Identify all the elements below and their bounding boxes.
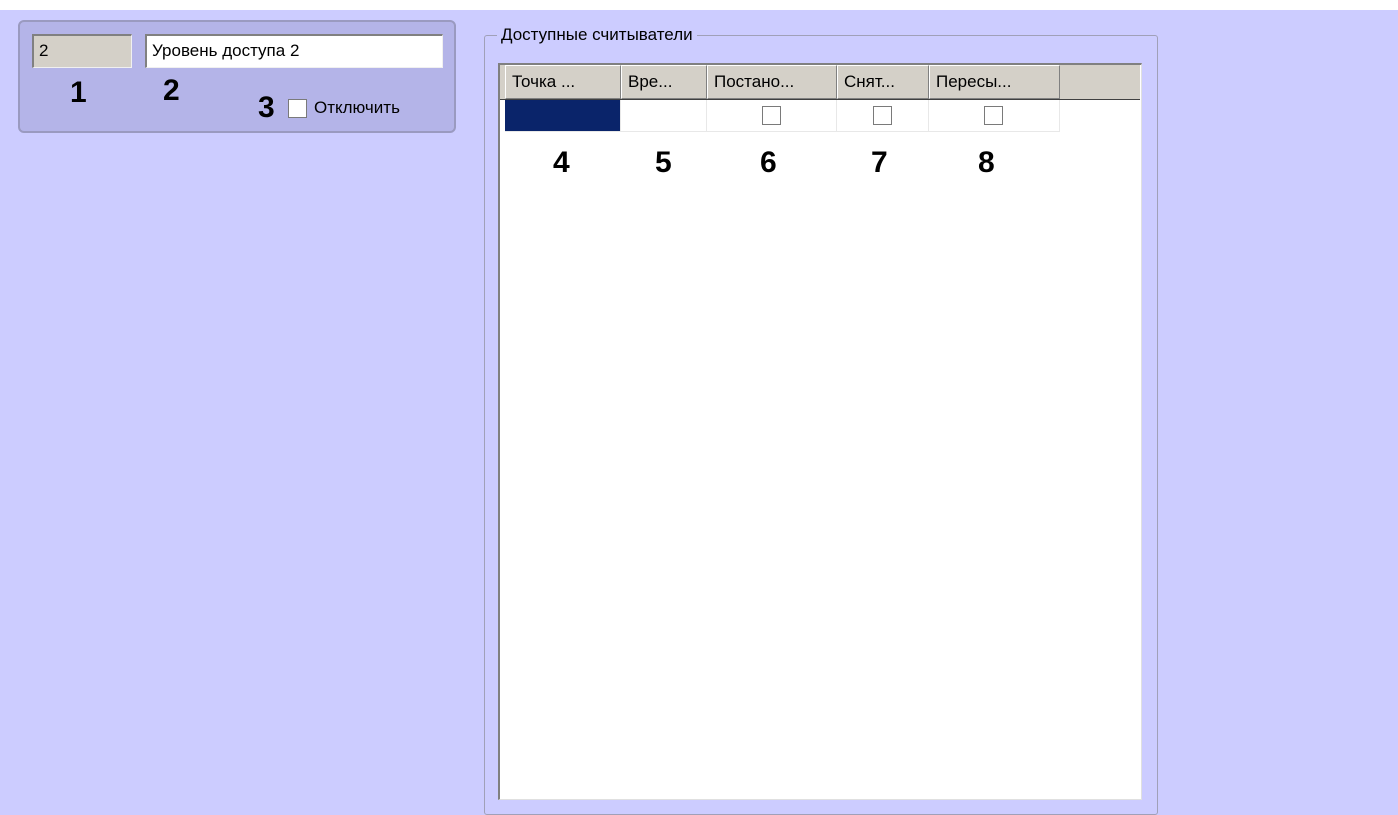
cell-forward [929, 100, 1060, 132]
readers-table[interactable]: Точка ... Вре... Постано... Снят... Пере… [498, 63, 1142, 800]
cell-arm [707, 100, 837, 132]
callout-2: 2 [163, 74, 180, 107]
column-header-forward[interactable]: Пересы... [929, 65, 1060, 99]
column-header-arm[interactable]: Постано... [707, 65, 837, 99]
cell-disarm [837, 100, 929, 132]
forward-checkbox[interactable] [984, 106, 1003, 125]
access-level-panel: 2 Уровень доступа 2 1 2 3 Отключить [18, 20, 456, 133]
level-id-field[interactable]: 2 [32, 34, 132, 68]
disable-label: Отключить [314, 98, 400, 117]
readers-group-title: Доступные считыватели [497, 25, 697, 45]
arm-checkbox[interactable] [761, 106, 781, 125]
column-header-disarm[interactable]: Снят... [837, 65, 929, 99]
callout-1: 1 [70, 76, 87, 109]
callout-8: 8 [978, 146, 995, 179]
column-header-time[interactable]: Вре... [621, 65, 707, 99]
disarm-checkbox[interactable] [872, 106, 892, 125]
disable-checkbox[interactable] [288, 99, 307, 118]
level-name-field[interactable]: Уровень доступа 2 [145, 34, 443, 68]
callout-6: 6 [760, 146, 777, 179]
cell-time[interactable] [621, 100, 707, 132]
top-edge [0, 0, 1398, 10]
cell-point[interactable] [505, 100, 621, 132]
column-header-point[interactable]: Точка ... [505, 65, 621, 99]
readers-table-header: Точка ... Вре... Постано... Снят... Пере… [500, 65, 1140, 100]
callout-7: 7 [871, 146, 888, 179]
callout-3: 3 [258, 91, 275, 124]
callout-5: 5 [655, 146, 672, 179]
callout-4: 4 [553, 146, 570, 179]
